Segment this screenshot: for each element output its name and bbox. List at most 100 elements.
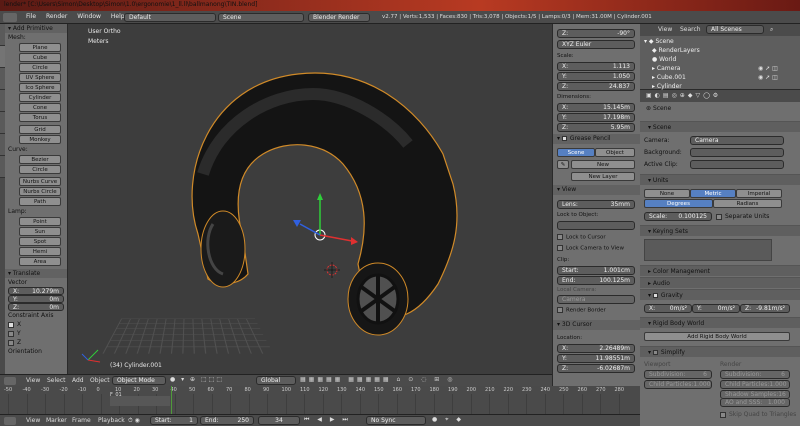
gizmo-x-arrow-icon[interactable] [351,237,358,245]
timeline-editor[interactable]: -50 -40 -30 -20 -10 0 10 20 30 40 50 60 70 80 90 100 110… [0,386,640,414]
unit-scale-field[interactable]: Scale: 0.100125 [644,212,712,221]
playback-controls-icons[interactable]: ⏮ ◀ ▶ ⏭ [304,416,351,424]
rigid-body-world-header[interactable]: ▾ Rigid Body World [640,317,800,328]
cursor-z-field[interactable]: Z: -6.02687m [557,364,635,373]
outliner-menu-view[interactable]: View [658,26,672,33]
gizmo-y-arrow-icon[interactable] [317,193,323,200]
render-engine-selector[interactable]: Blender Render [308,13,370,22]
viewport-child-particles-field[interactable]: Child Particles: 1.000 [644,380,712,389]
add-curve-circle-button[interactable]: Circle [19,165,61,174]
gravity-z-field[interactable]: Z: -9.81m/s² [740,304,790,313]
editor-type-icon[interactable] [3,13,17,22]
eye-icon[interactable]: ◉ ➚ ◫ [758,65,778,72]
clip-end-field[interactable]: End: 100.125m [557,276,635,285]
view3d-menu-view[interactable]: View [26,377,40,384]
add-monkey-button[interactable]: Monkey [19,135,61,144]
background-field[interactable] [690,148,784,157]
add-cube-button[interactable]: Cube [19,53,61,62]
render-border-checkbox[interactable]: Render Border [557,307,606,314]
editor-type-icon[interactable] [4,377,16,385]
rotation-z-field[interactable]: Z: -90° [557,29,635,38]
add-bezier-button[interactable]: Bezier [19,155,61,164]
scene-panel-header[interactable]: ▾ Scene [640,121,800,132]
add-circle-button[interactable]: Circle [19,63,61,72]
skip-quad-checkbox[interactable]: Skip Quad to Triangles [720,411,796,418]
shading-icons[interactable]: ● ▾ ⊕ ⬚⬚⬚ [170,376,250,385]
outliner-item-world[interactable]: ● World [652,56,676,63]
outliner-filter-selector[interactable]: All Scenes [706,25,764,34]
keying-sets-header[interactable]: ▾ Keying Sets [640,225,800,236]
view3d-menu-select[interactable]: Select [47,377,66,384]
units-panel-header[interactable]: ▾ Units [640,174,800,185]
audio-header[interactable]: ▸ Audio [640,277,800,288]
grease-pencil-header[interactable]: ▾ Grease Pencil [553,134,641,144]
unit-metric-button[interactable]: Metric [690,189,736,198]
add-spot-lamp-button[interactable]: Spot [19,237,61,246]
add-grid-button[interactable]: Grid [19,125,61,134]
add-plane-button[interactable]: Plane [19,43,61,52]
add-torus-button[interactable]: Torus [19,113,61,122]
timeline-menu-marker[interactable]: Marker [46,417,67,424]
dimension-y-field[interactable]: Y: 17.198m [557,113,635,122]
dimension-z-field[interactable]: Z: 5.95m [557,123,635,132]
view3d-menu-object[interactable]: Object [90,377,110,384]
add-hemi-lamp-button[interactable]: Hemi [19,247,61,256]
add-rigid-body-world-button[interactable]: Add Rigid Body World [644,332,790,341]
layer-and-snap-icons[interactable]: ▦▦▦▦▦ ▦▦▦▦▦ ⌂ ⊙ ◌ ⊞ ◎ [300,376,540,385]
add-nurbs-circle-button[interactable]: Nurbs Circle [19,187,61,196]
layout-selector[interactable]: Default [124,13,216,22]
color-management-header[interactable]: ▸ Color Management [640,265,800,276]
ao-sss-field[interactable]: AO and SSS: 1.000 [720,398,790,407]
vector-z-field[interactable]: Z: 0m [8,303,64,311]
outliner-item-renderlayers[interactable]: ◆ RenderLayers [652,47,700,54]
sync-mode-selector[interactable]: No Sync [366,416,426,425]
constraint-z-checkbox[interactable]: Z [5,338,67,347]
gp-scene-toggle[interactable]: Scene [557,148,595,157]
editor-type-icon[interactable] [4,417,16,425]
active-clip-field[interactable] [690,160,784,169]
vector-x-field[interactable]: X: 10.279m [8,287,64,295]
start-frame-field[interactable]: Start: 1 [150,416,198,425]
scene-camera-field[interactable]: Camera [690,136,784,145]
gp-pencil-icon[interactable]: ✎ [557,160,569,169]
outliner-item-cube[interactable]: ▸ Cube.001 [652,74,686,81]
add-nurbs-curve-button[interactable]: Nurbs Curve [19,177,61,186]
timeline-menu-playback[interactable]: Playback [98,417,125,424]
add-primitive-header[interactable]: ▾ Add Primitive [5,24,67,33]
render-subdivision-field[interactable]: Subdivision: 6 [720,370,790,379]
simplify-header[interactable]: ▾ Simplify [640,346,800,357]
gp-object-toggle[interactable]: Object [595,148,635,157]
timeline-menu-frame[interactable]: Frame [72,417,91,424]
lock-object-field[interactable] [557,221,635,230]
add-sun-lamp-button[interactable]: Sun [19,227,61,236]
properties-context-icons[interactable]: ▣◐▤◎⊕◆▽◯⚙ [646,92,721,99]
separate-units-checkbox[interactable]: Separate Units [716,213,769,220]
constraint-x-checkbox[interactable]: X [5,320,67,329]
gizmo-z-axis[interactable] [300,224,320,235]
timeline-menu-view[interactable]: View [26,417,40,424]
add-ico-sphere-button[interactable]: Ico Sphere [19,83,61,92]
lock-to-cursor-checkbox[interactable]: Lock to Cursor [557,234,606,241]
unit-none-button[interactable]: None [644,189,690,198]
mode-selector[interactable]: Object Mode [112,376,166,385]
3d-viewport[interactable]: User Ortho Meters (34) Cylinder.001 [68,24,552,374]
lock-camera-checkbox[interactable]: Lock Camera to View [557,245,624,252]
add-cylinder-button[interactable]: Cylinder [19,93,61,102]
keying-sets-list[interactable] [644,239,772,261]
viewport-subdivision-field[interactable]: Subdivision: 6 [644,370,712,379]
3d-cursor-panel-header[interactable]: ▾ 3D Cursor [553,320,641,330]
add-area-lamp-button[interactable]: Area [19,257,61,266]
render-child-particles-field[interactable]: Child Particles: 1.000 [720,380,790,389]
scene-selector[interactable]: Scene [218,13,304,22]
gravity-x-field[interactable]: X: 0m/s² [644,304,692,313]
menu-window[interactable]: Window [77,13,101,20]
cursor-x-field[interactable]: X: 2.26489m [557,344,635,353]
dimension-x-field[interactable]: X: 15.145m [557,103,635,112]
menu-help[interactable]: Help [111,13,125,20]
outliner-menu-search[interactable]: Search [680,26,701,33]
local-camera-field[interactable]: Camera [557,295,635,304]
gizmo-z-arrow-icon[interactable] [293,220,301,227]
outliner-item-cylinder[interactable]: ▸ Cylinder [652,83,682,90]
transform-orientation-selector[interactable]: Global [256,376,296,385]
menu-file[interactable]: File [26,13,36,20]
